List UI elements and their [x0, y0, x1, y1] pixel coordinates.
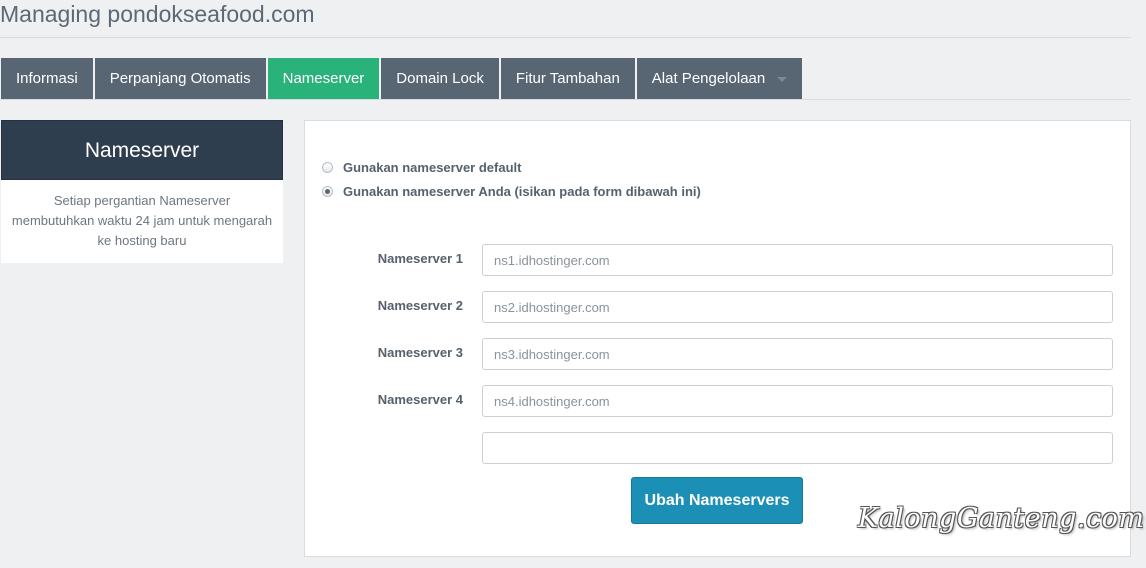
chevron-down-icon	[777, 76, 788, 82]
tab-alat-pengelolaan[interactable]: Alat Pengelolaan	[636, 58, 803, 100]
tab-label: Informasi	[16, 70, 78, 87]
nameserver-3-label: Nameserver 3	[377, 345, 463, 360]
nameserver-3-input[interactable]	[482, 338, 1113, 370]
tab-domain-lock[interactable]: Domain Lock	[381, 58, 499, 100]
sidebar-title: Nameserver	[1, 120, 283, 180]
tab-perpanjang-otomatis[interactable]: Perpanjang Otomatis	[94, 58, 266, 100]
option-custom-nameserver[interactable]: Gunakan nameserver Anda (isikan pada for…	[322, 184, 701, 199]
page-title: Managing pondokseafood.com	[0, 1, 315, 27]
tab-label: Fitur Tambahan	[515, 70, 620, 87]
nameserver-1-label: Nameserver 1	[377, 251, 463, 266]
nameserver-4-label: Nameserver 4	[377, 392, 463, 407]
tab-label: Domain Lock	[396, 70, 484, 87]
radio-custom[interactable]	[322, 186, 333, 197]
nameserver-4-input[interactable]	[482, 385, 1113, 417]
tab-bar: Informasi Perpanjang Otomatis Nameserver…	[1, 58, 804, 100]
option-default-nameserver[interactable]: Gunakan nameserver default	[322, 160, 521, 175]
nameserver-2-input[interactable]	[482, 291, 1113, 323]
sidebar-description: Setiap pergantian Nameserver membutuhkan…	[1, 180, 283, 263]
title-divider	[0, 37, 1131, 38]
radio-default[interactable]	[322, 162, 333, 173]
tab-label: Perpanjang Otomatis	[109, 70, 251, 87]
nameserver-1-input[interactable]	[482, 244, 1113, 276]
tab-label: Alat Pengelolaan	[651, 70, 766, 87]
nameserver-5-input[interactable]	[482, 432, 1113, 464]
nameserver-2-label: Nameserver 2	[377, 298, 463, 313]
tab-nameserver[interactable]: Nameserver	[267, 58, 380, 100]
watermark-logo: KalongGanteng.com	[858, 503, 1145, 534]
tab-fitur-tambahan[interactable]: Fitur Tambahan	[500, 58, 635, 100]
option-label: Gunakan nameserver default	[343, 160, 522, 175]
option-label: Gunakan nameserver Anda (isikan pada for…	[343, 184, 701, 199]
tabs-divider	[0, 99, 1131, 100]
sidebar-panel: Nameserver Setiap pergantian Nameserver …	[1, 120, 283, 263]
change-nameservers-button[interactable]: Ubah Nameservers	[631, 477, 803, 524]
tab-informasi[interactable]: Informasi	[1, 58, 93, 100]
tab-label: Nameserver	[282, 70, 365, 87]
nameserver-form-panel: Gunakan nameserver default Gunakan names…	[304, 120, 1131, 557]
